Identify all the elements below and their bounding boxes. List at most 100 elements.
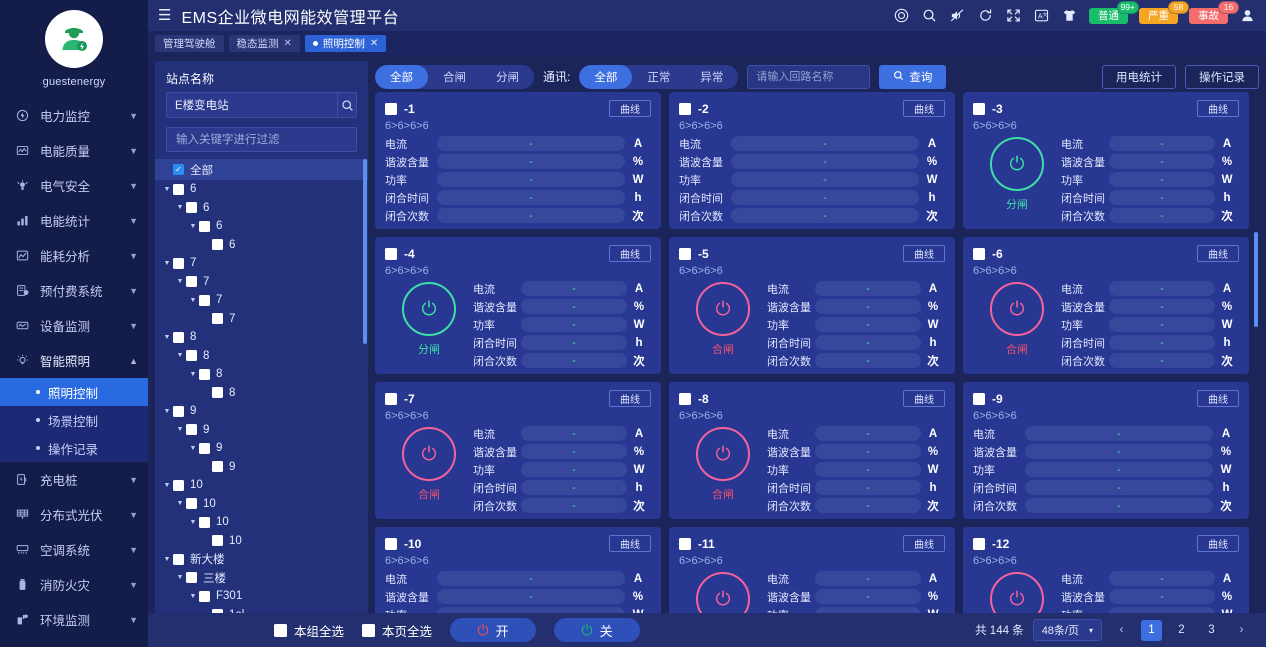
breaker-gauge[interactable]: ⏻合闸 (679, 424, 767, 513)
select-group-checkbox[interactable]: 本组全选 (274, 621, 344, 640)
curve-button[interactable]: 曲线 (1197, 100, 1239, 117)
tree-node[interactable]: ▼7 (155, 310, 368, 329)
caret-down-icon[interactable]: ▼ (174, 204, 186, 211)
tree-node-checkbox[interactable] (173, 164, 184, 175)
tree-node[interactable]: ▼8 (155, 347, 368, 366)
fullscreen-icon[interactable] (1005, 7, 1022, 24)
power-toggle-icon[interactable]: ⏻ (696, 427, 750, 481)
breaker-gauge[interactable]: ⏻分闸 (973, 134, 1061, 223)
tab-2[interactable]: 稳态监测✕ (229, 35, 300, 52)
caret-down-icon[interactable]: ▼ (174, 278, 186, 285)
query-button[interactable]: 查询 (879, 65, 946, 89)
circuit-card[interactable]: -11曲线6>6>6>6⏻合闸电流-A谐波含量-%功率-W闭合时间-h闭合次数-… (669, 527, 955, 613)
circuit-card[interactable]: -12曲线6>6>6>6⏻合闸电流-A谐波含量-%功率-W闭合时间-h闭合次数-… (963, 527, 1249, 613)
status-filter-open[interactable]: 分闸 (481, 65, 534, 89)
tree-node-checkbox[interactable] (212, 239, 223, 250)
tree-node[interactable]: ▼10 (155, 476, 368, 495)
sidebar-item-3[interactable]: 电气安全▼ (0, 168, 148, 203)
circuit-card[interactable]: -1曲线6>6>6>6电流-A谐波含量-%功率-W闭合时间-h闭合次数-次 (375, 92, 661, 229)
tree-node-checkbox[interactable] (186, 276, 197, 287)
curve-button[interactable]: 曲线 (1197, 245, 1239, 262)
station-input[interactable] (166, 92, 337, 118)
power-toggle-icon[interactable]: ⏻ (696, 572, 750, 613)
card-select-checkbox[interactable] (385, 103, 397, 115)
caret-down-icon[interactable]: ▼ (187, 519, 199, 526)
caret-down-icon[interactable]: ▼ (161, 260, 173, 267)
curve-button[interactable]: 曲线 (903, 535, 945, 552)
caret-down-icon[interactable]: ▼ (174, 426, 186, 433)
tree-node[interactable]: ▼10 (155, 495, 368, 514)
curve-button[interactable]: 曲线 (903, 390, 945, 407)
sidebar-item-12[interactable]: 消防火灾▼ (0, 567, 148, 602)
tree-node-checkbox[interactable] (186, 498, 197, 509)
hamburger-icon[interactable]: ☰ (158, 8, 171, 23)
caret-down-icon[interactable]: ▼ (174, 574, 186, 581)
alarm-pill-accident[interactable]: 事故 16 (1189, 8, 1228, 24)
tree-scrollbar[interactable] (363, 159, 367, 344)
alarm-pill-normal[interactable]: 普通 99+ (1089, 8, 1128, 24)
alarm-pill-severe[interactable]: 严重 58 (1139, 8, 1178, 24)
tree-node[interactable]: ▼8 (155, 384, 368, 403)
card-select-checkbox[interactable] (385, 248, 397, 260)
station-search-button[interactable] (337, 92, 357, 118)
card-select-checkbox[interactable] (679, 393, 691, 405)
tree-node[interactable]: ▼8 (155, 328, 368, 347)
tree-node[interactable]: ▼全部 (155, 159, 368, 180)
power-toggle-icon[interactable]: ⏻ (990, 572, 1044, 613)
sidebar-item-7[interactable]: 设备监测▼ (0, 308, 148, 343)
curve-button[interactable]: 曲线 (1197, 535, 1239, 552)
select-page-checkbox[interactable]: 本页全选 (362, 621, 432, 640)
curve-button[interactable]: 曲线 (609, 535, 651, 552)
curve-button[interactable]: 曲线 (609, 245, 651, 262)
tree-node[interactable]: ▼6 (155, 199, 368, 218)
status-filter-all[interactable]: 全部 (375, 65, 428, 89)
page-button-2[interactable]: 2 (1171, 620, 1192, 641)
tree-node-checkbox[interactable] (173, 480, 184, 491)
card-select-checkbox[interactable] (973, 103, 985, 115)
circuit-card[interactable]: -4曲线6>6>6>6⏻分闸电流-A谐波含量-%功率-W闭合时间-h闭合次数-次 (375, 237, 661, 374)
next-page-button[interactable]: › (1231, 620, 1252, 641)
sidebar-item-8[interactable]: 智能照明▲ (0, 343, 148, 378)
refresh-icon[interactable] (977, 7, 994, 24)
caret-down-icon[interactable]: ▼ (161, 482, 173, 489)
caret-down-icon[interactable]: ▼ (187, 445, 199, 452)
caret-down-icon[interactable]: ▼ (187, 223, 199, 230)
curve-button[interactable]: 曲线 (903, 245, 945, 262)
power-toggle-icon[interactable]: ⏻ (402, 282, 456, 336)
language-icon[interactable]: A 文 (1033, 7, 1050, 24)
close-icon[interactable]: ✕ (284, 38, 292, 49)
tree-node-checkbox[interactable] (186, 424, 197, 435)
card-select-checkbox[interactable] (973, 393, 985, 405)
curve-button[interactable]: 曲线 (903, 100, 945, 117)
card-select-checkbox[interactable] (679, 103, 691, 115)
tree-node[interactable]: ▼9 (155, 439, 368, 458)
turn-off-button[interactable]: ⏻ 关 (554, 618, 640, 642)
circuit-card[interactable]: -7曲线6>6>6>6⏻合闸电流-A谐波含量-%功率-W闭合时间-h闭合次数-次 (375, 382, 661, 519)
sidebar-item-10[interactable]: 分布式光伏▼ (0, 497, 148, 532)
tree-node[interactable]: ▼三楼 (155, 569, 368, 588)
caret-down-icon[interactable]: ▼ (174, 352, 186, 359)
tree-node-checkbox[interactable] (186, 350, 197, 361)
tree-filter-input[interactable] (166, 127, 357, 152)
circuit-name-input[interactable] (747, 65, 870, 89)
close-icon[interactable]: ✕ (370, 38, 378, 49)
power-toggle-icon[interactable]: ⏻ (402, 427, 456, 481)
search-icon[interactable] (921, 7, 938, 24)
tree-node-checkbox[interactable] (199, 369, 210, 380)
caret-down-icon[interactable]: ▼ (161, 408, 173, 415)
tree-node-checkbox[interactable] (212, 535, 223, 546)
comm-filter-abnormal[interactable]: 异常 (685, 65, 738, 89)
turn-on-button[interactable]: ⏻ 开 (450, 618, 536, 642)
tree-node-checkbox[interactable] (173, 406, 184, 417)
tree-node-checkbox[interactable] (212, 609, 223, 613)
circuit-card[interactable]: -9曲线6>6>6>6电流-A谐波含量-%功率-W闭合时间-h闭合次数-次 (963, 382, 1249, 519)
caret-down-icon[interactable]: ▼ (187, 371, 199, 378)
tree-node[interactable]: ▼1al (155, 606, 368, 614)
tree-node[interactable]: ▼7 (155, 273, 368, 292)
tree-node-checkbox[interactable] (173, 554, 184, 565)
tree-node-checkbox[interactable] (199, 591, 210, 602)
page-size-select[interactable]: 48条/页 ▾ (1033, 619, 1102, 641)
tree-node[interactable]: ▼6 (155, 217, 368, 236)
sidebar-subitem-1[interactable]: 照明控制 (0, 378, 148, 406)
tree-node-checkbox[interactable] (199, 443, 210, 454)
